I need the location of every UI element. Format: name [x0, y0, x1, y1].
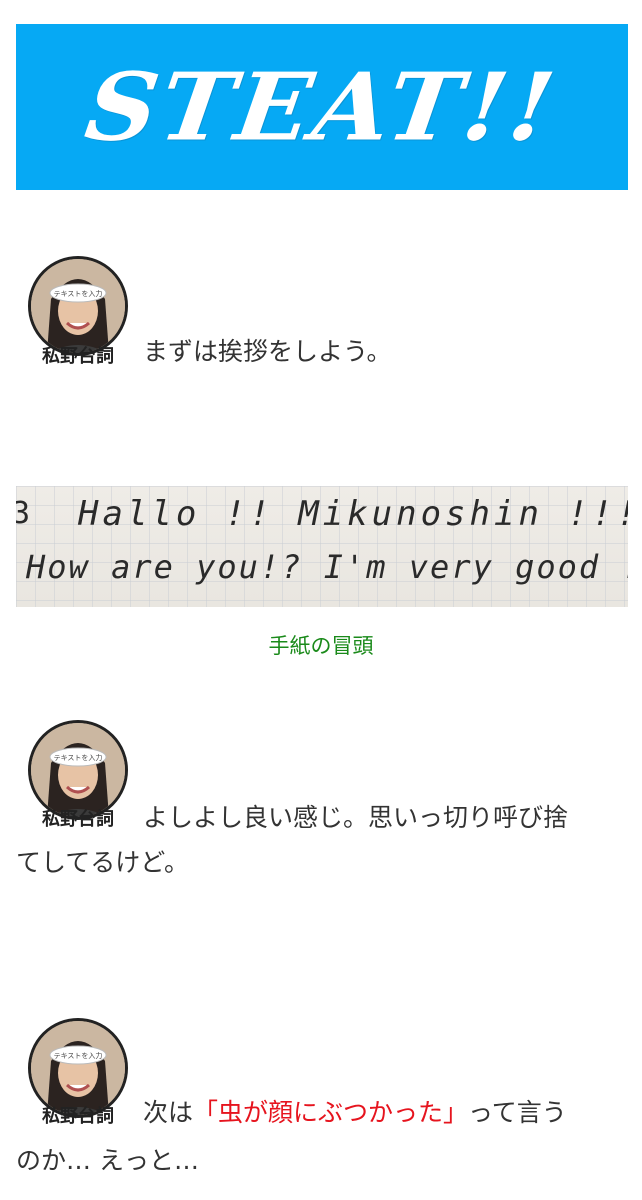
dialogue-text-line-1: よしよし良い感じ。思いっ切り呼び捨	[143, 803, 569, 832]
dialogue-text-line-1: 次は「虫が顔にぶつかった」って言う	[143, 1095, 567, 1131]
image-caption: 手紙の冒頭	[268, 634, 374, 658]
margin-mark: 3	[16, 496, 35, 531]
avatar-label: テキストを入力	[54, 753, 103, 762]
dialogue-text-line-2: てしてるけど。	[16, 848, 190, 877]
dialogue-text-line-2: のか… えっと…	[16, 1146, 199, 1175]
handwriting-line-1: Hallo !! Mikunoshin !!!	[78, 494, 628, 534]
handwriting-line-2: How are you!? I'm very good !!	[26, 548, 628, 586]
avatar-label: テキストを入力	[54, 289, 103, 298]
speaker-name: 私野台詞	[42, 809, 114, 830]
handwritten-letter-image: 3 Hallo !! Mikunoshin !!! How are you!? …	[16, 486, 628, 607]
dialogue-text: まずは挨拶をしよう。	[143, 337, 392, 366]
speaker-name: 私野台詞	[42, 1106, 114, 1127]
speaker-name: 私野台詞	[42, 346, 114, 367]
dialogue-text-pre: 次は	[143, 1098, 194, 1127]
avatar: テキストを入力	[28, 256, 128, 356]
banner-title: STEAT!!	[79, 52, 565, 162]
avatar-label: テキストを入力	[54, 1051, 103, 1060]
header-banner: STEAT!!	[16, 24, 628, 190]
dialogue-text-post: って言う	[468, 1098, 567, 1127]
dialogue-highlight: 「虫が顔にぶつかった」	[193, 1098, 469, 1127]
